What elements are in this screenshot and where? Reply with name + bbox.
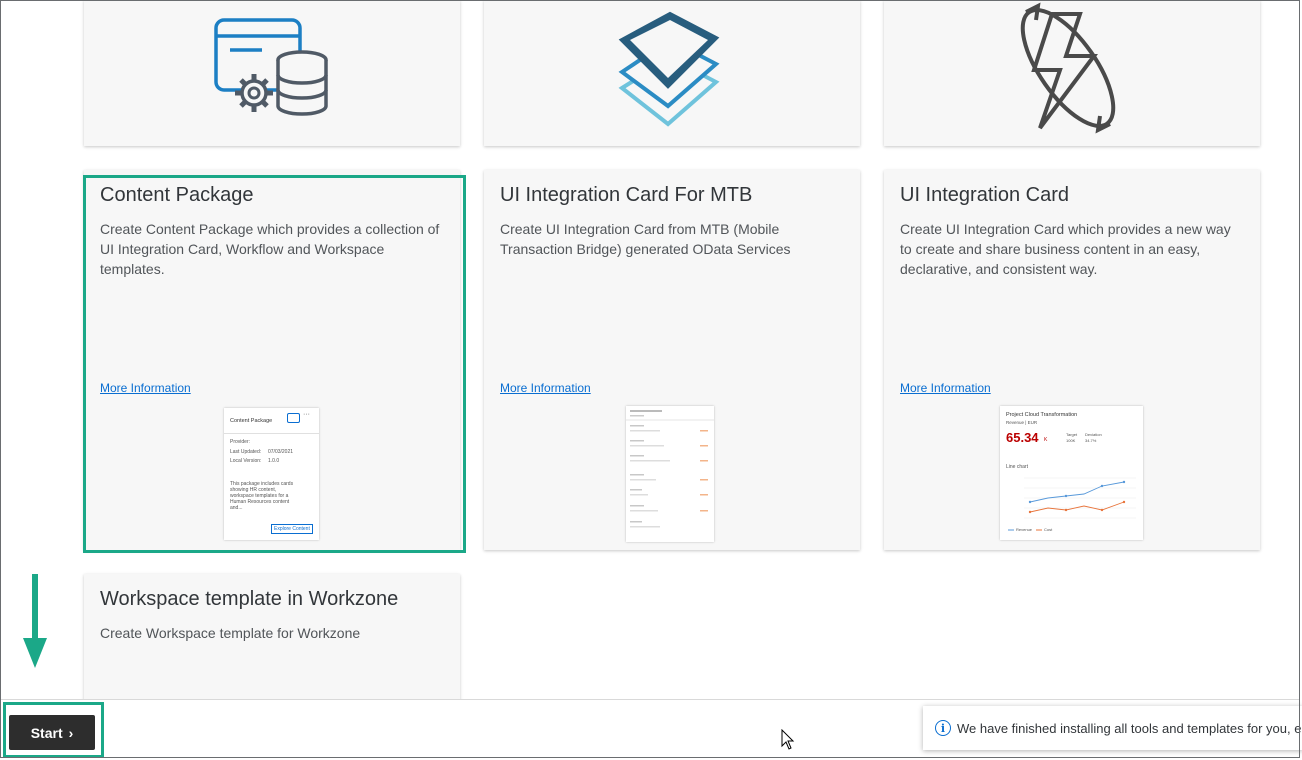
- preview-body: This package includes cards showing HR c…: [230, 481, 294, 511]
- start-label: Start: [30, 724, 63, 741]
- card-image-mtb[interactable]: [484, 0, 860, 146]
- card-image-ui-card[interactable]: [884, 0, 1260, 146]
- ui-card-preview: Project Cloud Transformation Revenue | E…: [1000, 406, 1143, 540]
- more-information-link[interactable]: More Information: [500, 381, 591, 395]
- preview-divider: [224, 433, 319, 434]
- toast-message: We have finished installing all tools an…: [957, 720, 1302, 736]
- chevron-right-icon: ›: [68, 724, 74, 741]
- card-title: Content Package: [100, 184, 254, 206]
- card-image-content-package[interactable]: [84, 0, 460, 146]
- more-icon: ···: [303, 411, 310, 418]
- card-description: Create UI Integration Card which provide…: [900, 221, 1231, 277]
- explore-content-button: Explore Content: [271, 524, 313, 534]
- start-button[interactable]: Start ›: [9, 715, 95, 750]
- preview-version-value: 1.0.0: [268, 458, 280, 464]
- share-icon: [287, 413, 300, 423]
- layers-icon: [618, 11, 720, 127]
- legend-revenue: Revenue: [1016, 527, 1033, 532]
- preview-provider: Provider:: [230, 439, 251, 445]
- mtb-preview: [626, 406, 714, 542]
- preview-updated-label: Last Updated:: [230, 449, 262, 455]
- mouse-cursor-icon: [781, 729, 795, 750]
- arrow-down-icon: [23, 574, 47, 668]
- more-information-link[interactable]: More Information: [900, 381, 991, 395]
- preview-version-label: Local Version:: [230, 458, 262, 464]
- card-title: UI Integration Card: [900, 184, 1069, 206]
- card-ui-integration-mtb[interactable]: UI Integration Card For MTB Create UI In…: [484, 170, 860, 550]
- notification-toast[interactable]: i We have finished installing all tools …: [923, 706, 1302, 750]
- card-description: Create Content Package which provides a …: [100, 221, 440, 277]
- content-package-preview: Content Package ··· Provider: Last Updat…: [224, 408, 319, 540]
- card-workspace-template[interactable]: Workspace template in Workzone Create Wo…: [84, 574, 460, 714]
- card-ui-integration[interactable]: UI Integration Card Create UI Integratio…: [884, 170, 1260, 550]
- card-description: Create UI Integration Card from MTB (Mob…: [500, 221, 791, 257]
- info-icon: i: [935, 720, 951, 736]
- preview-updated-value: 07/03/2021: [268, 449, 294, 455]
- content-package-icon: [214, 18, 328, 116]
- mtb-preview-lines: [626, 410, 714, 528]
- more-information-link[interactable]: More Information: [100, 381, 191, 395]
- card-title: Workspace template in Workzone: [100, 588, 399, 610]
- preview-title: Content Package: [230, 418, 273, 424]
- card-description: Create Workspace template for Workzone: [100, 625, 361, 641]
- card-content-package[interactable]: Content Package Create Content Package w…: [84, 170, 460, 550]
- line-chart: [1008, 477, 1136, 531]
- card-title: UI Integration Card For MTB: [500, 184, 753, 206]
- lightning-orbit-icon: [1020, 2, 1116, 134]
- legend-cost: Cost: [1044, 527, 1053, 532]
